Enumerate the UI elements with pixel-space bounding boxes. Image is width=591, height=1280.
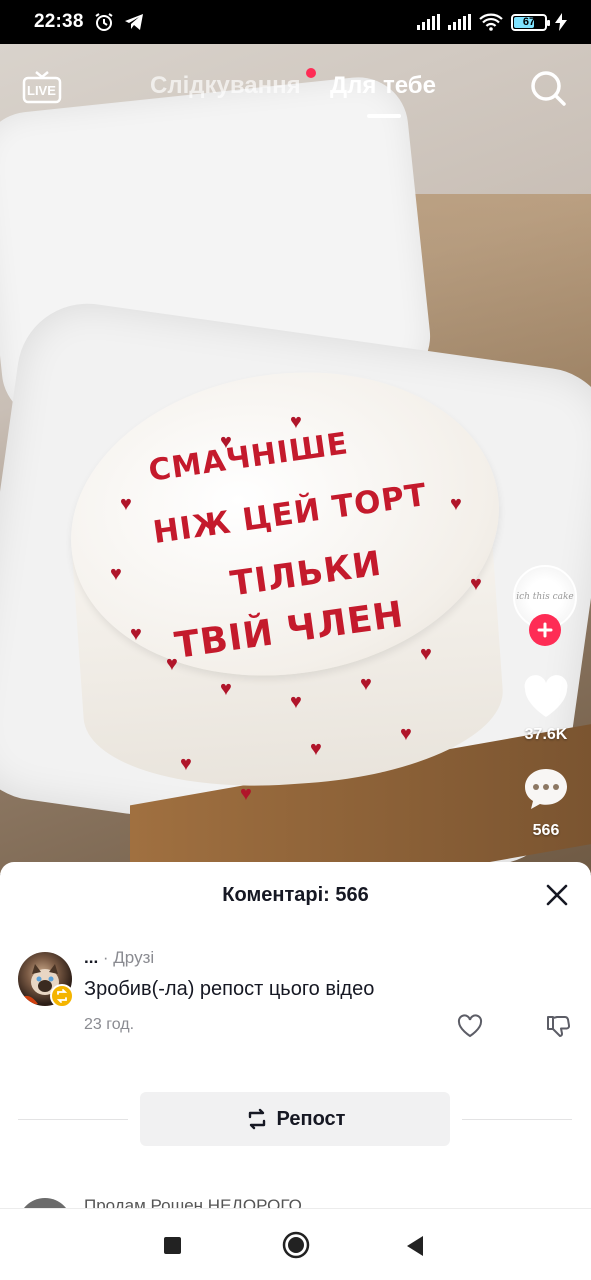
heart-decoration: ♥ bbox=[110, 563, 122, 585]
comment-author[interactable]: ... · Друзі bbox=[84, 948, 154, 968]
heart-decoration: ♥ bbox=[310, 738, 322, 760]
status-bar: 22:38 67 bbox=[0, 0, 591, 44]
follow-button[interactable] bbox=[529, 614, 561, 646]
comments-title: Коментарі: 566 bbox=[222, 884, 369, 906]
heart-decoration: ♥ bbox=[166, 653, 178, 675]
cake: СМАЧНІШЕ НІЖ ЦЕЙ ТОРТ ТІЛЬКИ ТВІЙ ЧЛЕН ♥… bbox=[51, 345, 519, 804]
live-label: LIVE bbox=[27, 83, 56, 98]
heart-decoration: ♥ bbox=[290, 691, 302, 713]
heart-decoration: ♥ bbox=[290, 411, 302, 433]
notification-dot bbox=[306, 68, 316, 78]
charging-icon bbox=[555, 13, 567, 31]
comment-author-tag: · Друзі bbox=[102, 948, 155, 967]
tab-following[interactable]: Слідкування bbox=[150, 72, 301, 100]
battery-icon: 67 bbox=[511, 13, 550, 31]
repost-icon bbox=[248, 1108, 265, 1130]
back-button[interactable] bbox=[405, 1235, 425, 1257]
heart-decoration: ♥ bbox=[420, 643, 432, 665]
plus-icon bbox=[537, 622, 553, 638]
heart-decoration: ♥ bbox=[120, 493, 132, 515]
repost-label: Репост bbox=[276, 1107, 346, 1130]
signal-icon bbox=[417, 14, 440, 30]
repost-badge bbox=[50, 984, 74, 1008]
comment-time: 23 год. bbox=[84, 1016, 135, 1033]
video-player[interactable]: СМАЧНІШЕ НІЖ ЦЕЙ ТОРТ ТІЛЬКИ ТВІЙ ЧЛЕН ♥… bbox=[0, 44, 591, 874]
signal-icon bbox=[448, 14, 471, 30]
heart-decoration: ♥ bbox=[470, 573, 482, 595]
dislike-icon[interactable] bbox=[545, 1014, 571, 1040]
comment-button[interactable] bbox=[522, 766, 570, 812]
divider bbox=[18, 1119, 128, 1120]
heart-decoration: ♥ bbox=[180, 753, 192, 775]
like-button[interactable] bbox=[522, 674, 570, 720]
repost-button[interactable]: Репост bbox=[140, 1092, 450, 1146]
heart-decoration: ♥ bbox=[450, 493, 462, 515]
top-nav: LIVE Слідкування Для тебе bbox=[0, 44, 591, 134]
wifi-icon bbox=[479, 13, 503, 31]
heart-decoration: ♥ bbox=[240, 783, 252, 805]
system-nav-bar bbox=[0, 1208, 591, 1280]
heart-decoration: ♥ bbox=[220, 678, 232, 700]
heart-decoration: ♥ bbox=[360, 673, 372, 695]
comment-author-name: ... bbox=[84, 948, 99, 967]
telegram-icon bbox=[124, 14, 143, 30]
home-button[interactable] bbox=[282, 1231, 310, 1259]
close-icon[interactable] bbox=[544, 882, 570, 908]
search-icon[interactable] bbox=[528, 68, 568, 108]
heart-decoration: ♥ bbox=[220, 431, 232, 453]
battery-percent: 67 bbox=[522, 16, 536, 28]
recent-apps-button[interactable] bbox=[164, 1237, 181, 1254]
alarm-icon bbox=[95, 13, 113, 31]
active-tab-indicator bbox=[367, 114, 401, 118]
creator-avatar-text: ich this cake bbox=[516, 592, 574, 602]
comment-text: Зробив(-ла) репост цього відео bbox=[84, 978, 375, 1000]
live-button[interactable]: LIVE bbox=[22, 70, 62, 104]
comment-count: 566 bbox=[532, 822, 560, 839]
tab-for-you[interactable]: Для тебе bbox=[330, 72, 436, 100]
like-count: 37.6K bbox=[524, 726, 568, 743]
repost-icon bbox=[56, 989, 68, 1003]
heart-decoration: ♥ bbox=[130, 623, 142, 645]
heart-decoration: ♥ bbox=[400, 723, 412, 745]
heart-outline-icon[interactable] bbox=[457, 1014, 483, 1038]
divider bbox=[462, 1119, 572, 1120]
status-time: 22:38 bbox=[34, 11, 84, 32]
